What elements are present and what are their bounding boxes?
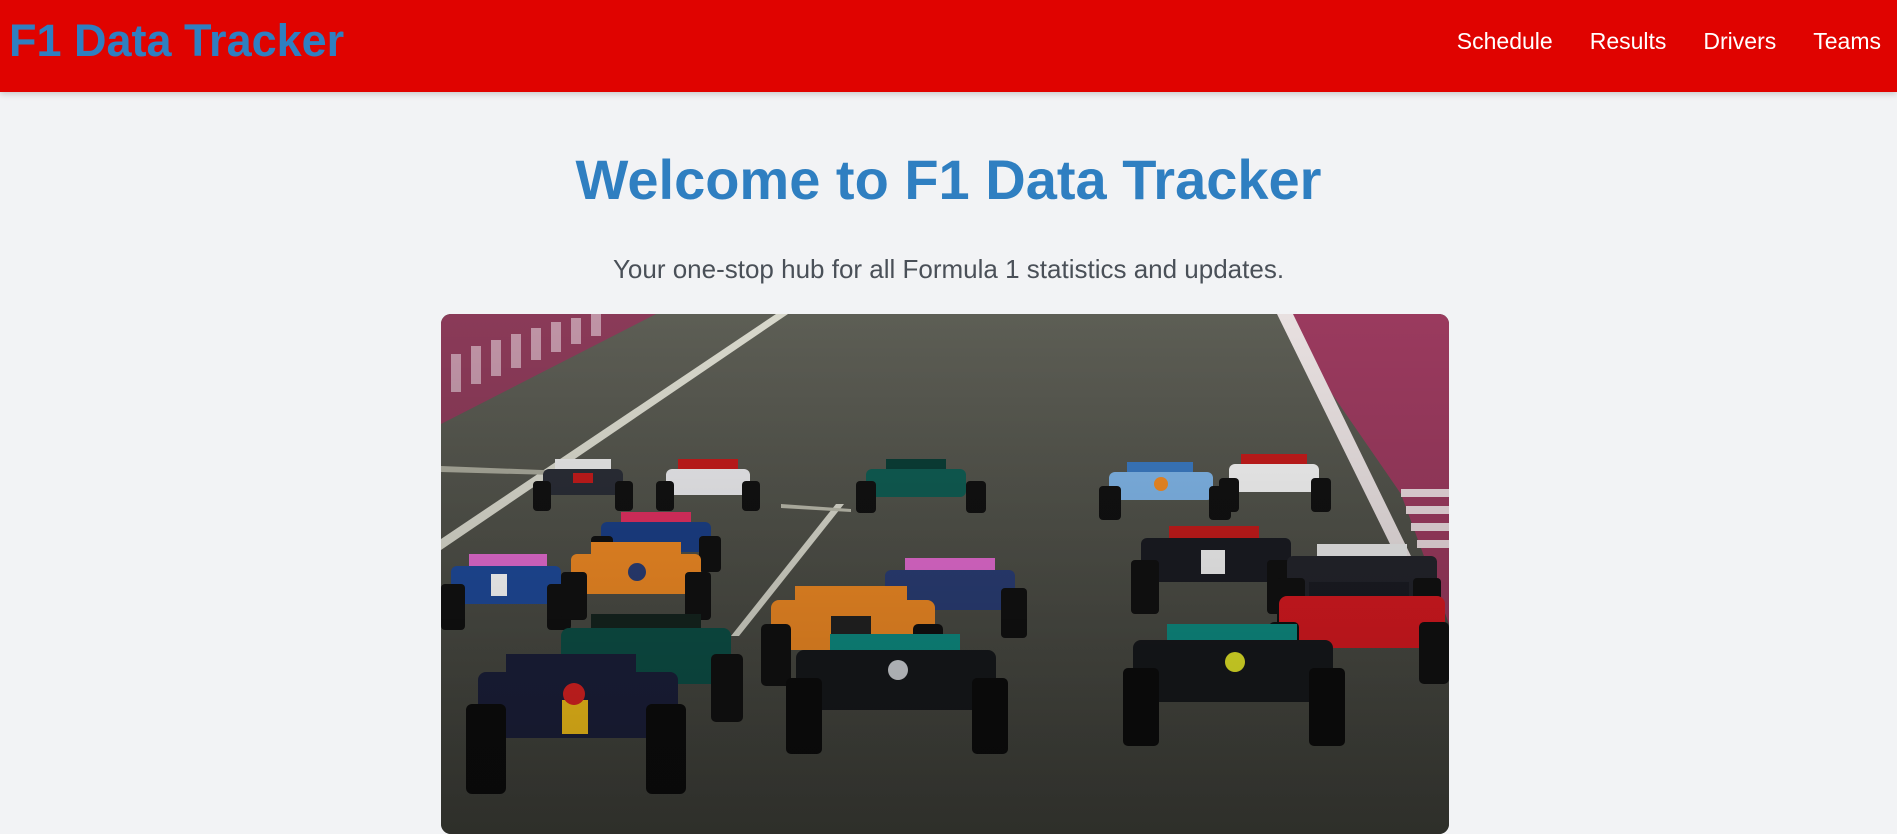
hero-race-image [441, 314, 1449, 834]
nav-link-teams[interactable]: Teams [1813, 26, 1881, 56]
site-logo-title[interactable]: F1 Data Tracker [9, 17, 344, 65]
nav-link-results[interactable]: Results [1590, 26, 1667, 56]
top-nav-bar: F1 Data Tracker Schedule Results Drivers… [0, 0, 1897, 92]
hero-title: Welcome to F1 Data Tracker [575, 148, 1322, 211]
main-nav: Schedule Results Drivers Teams [1457, 26, 1897, 56]
nav-link-schedule[interactable]: Schedule [1457, 26, 1553, 56]
nav-link-drivers[interactable]: Drivers [1703, 26, 1776, 56]
hero-subtitle: Your one-stop hub for all Formula 1 stat… [612, 254, 1285, 284]
